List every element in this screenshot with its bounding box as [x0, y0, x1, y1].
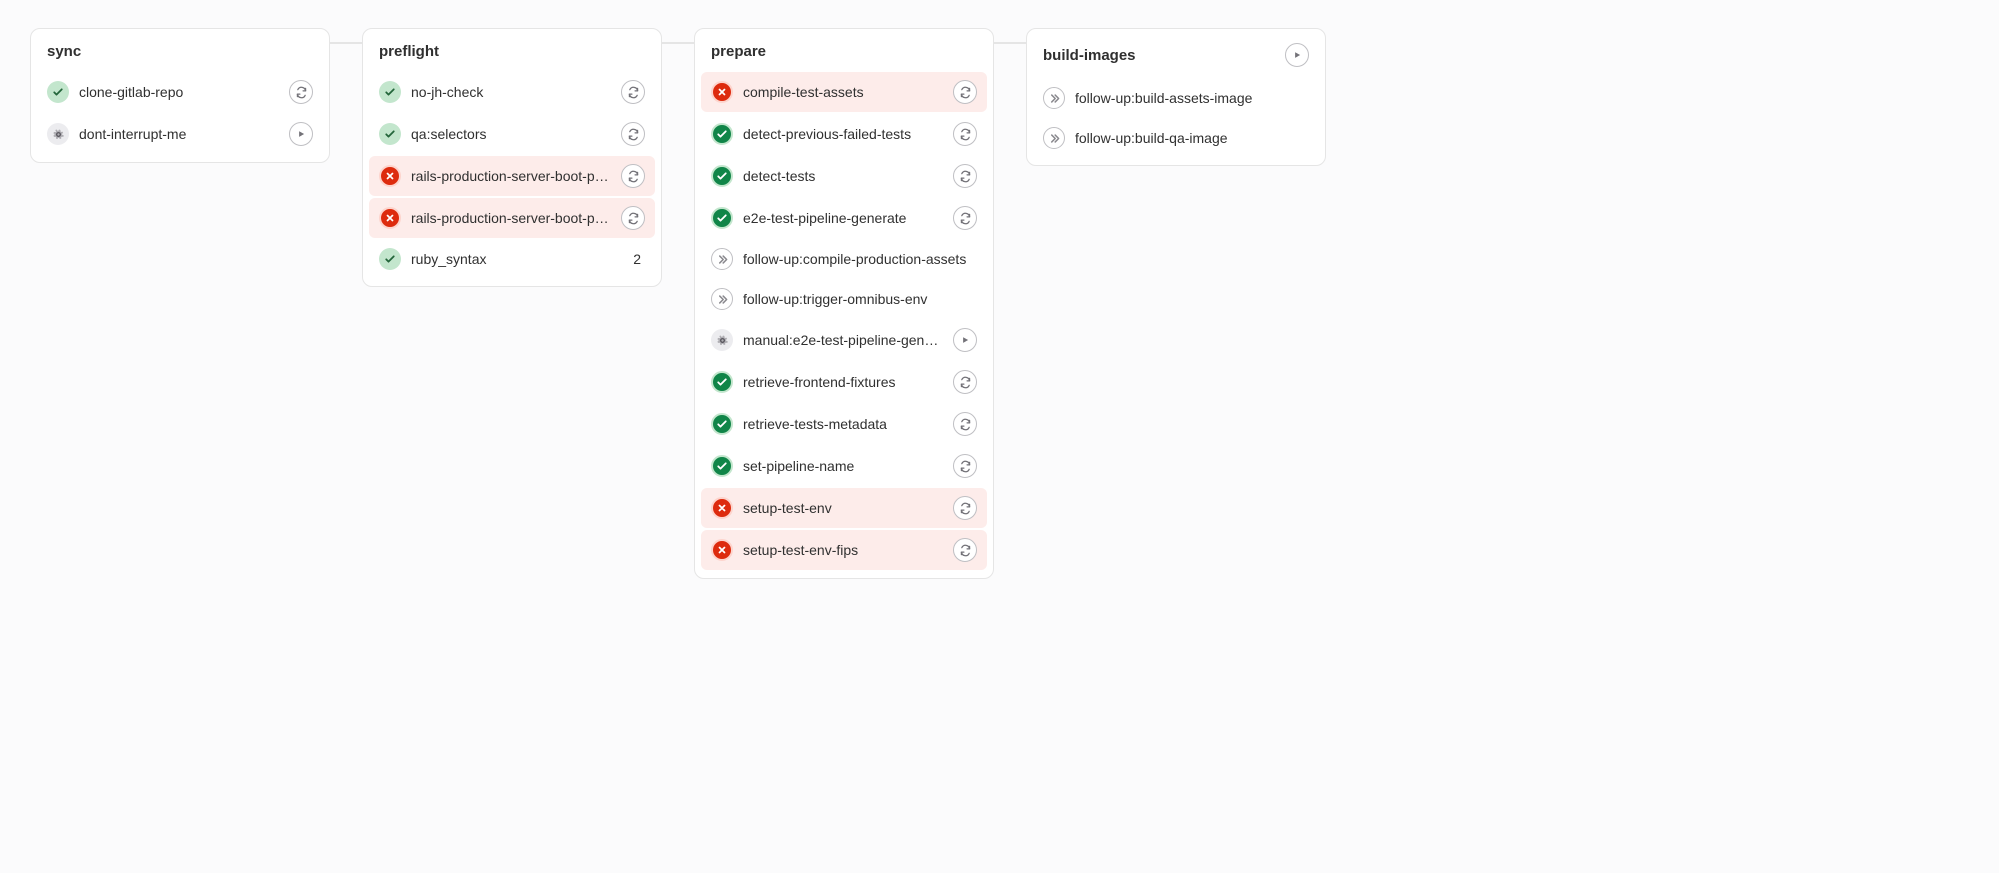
- stage-title: sync: [47, 43, 81, 60]
- status-skipped-icon: [1043, 87, 1065, 109]
- stage-title: build-images: [1043, 47, 1136, 64]
- retry-button[interactable]: [621, 164, 645, 188]
- pipeline-job[interactable]: rails-production-server-boot-puma-exam..…: [369, 198, 655, 238]
- job-count: 2: [633, 251, 645, 267]
- stage-header: prepare: [701, 39, 987, 70]
- status-success-icon: [379, 123, 401, 145]
- pipeline-job[interactable]: compile-test-assets: [701, 72, 987, 112]
- stage-header: preflight: [369, 39, 655, 70]
- retry-button[interactable]: [953, 206, 977, 230]
- pipeline-job[interactable]: retrieve-frontend-fixtures: [701, 362, 987, 402]
- job-name: follow-up:compile-production-assets: [743, 251, 977, 267]
- pipeline-job[interactable]: qa:selectors: [369, 114, 655, 154]
- status-success-icon: [711, 455, 733, 477]
- pipeline-job[interactable]: ruby_syntax 2: [369, 240, 655, 278]
- pipeline-job[interactable]: detect-previous-failed-tests: [701, 114, 987, 154]
- status-manual-icon: [711, 329, 733, 351]
- job-name: follow-up:build-assets-image: [1075, 90, 1309, 106]
- job-name: rails-production-server-boot-puma-cng: [411, 168, 611, 184]
- status-failed-icon: [379, 165, 401, 187]
- job-name: ruby_syntax: [411, 251, 623, 267]
- job-name: follow-up:trigger-omnibus-env: [743, 291, 977, 307]
- stage-prepare: prepare compile-test-assets detect-previou…: [694, 28, 994, 579]
- pipeline-job[interactable]: follow-up:build-assets-image: [1033, 79, 1319, 117]
- pipeline-job[interactable]: no-jh-check: [369, 72, 655, 112]
- job-name: rails-production-server-boot-puma-exam..…: [411, 210, 611, 226]
- pipeline-job[interactable]: follow-up:compile-production-assets: [701, 240, 987, 278]
- stage-sync: sync clone-gitlab-repo dont-interrupt-me: [30, 28, 330, 163]
- stage-title: preflight: [379, 43, 439, 60]
- status-failed-icon: [711, 539, 733, 561]
- job-name: retrieve-frontend-fixtures: [743, 374, 943, 390]
- stage-connector: [330, 42, 362, 44]
- status-success-icon: [379, 248, 401, 270]
- stage-header: build-images: [1033, 39, 1319, 77]
- status-success-icon: [711, 413, 733, 435]
- retry-button[interactable]: [621, 122, 645, 146]
- status-manual-icon: [47, 123, 69, 145]
- retry-button[interactable]: [953, 454, 977, 478]
- job-name: manual:e2e-test-pipeline-generate: [743, 332, 943, 348]
- job-name: e2e-test-pipeline-generate: [743, 210, 943, 226]
- retry-button[interactable]: [953, 370, 977, 394]
- status-success-icon: [47, 81, 69, 103]
- job-name: follow-up:build-qa-image: [1075, 130, 1309, 146]
- pipeline-job[interactable]: dont-interrupt-me: [37, 114, 323, 154]
- retry-button[interactable]: [953, 164, 977, 188]
- retry-button[interactable]: [621, 80, 645, 104]
- job-name: set-pipeline-name: [743, 458, 943, 474]
- pipeline-job[interactable]: detect-tests: [701, 156, 987, 196]
- stage-build-images: build-images follow-up:build-assets-image…: [1026, 28, 1326, 166]
- status-success-icon: [379, 81, 401, 103]
- retry-button[interactable]: [621, 206, 645, 230]
- play-button[interactable]: [289, 122, 313, 146]
- pipeline-job[interactable]: clone-gitlab-repo: [37, 72, 323, 112]
- status-failed-icon: [711, 81, 733, 103]
- status-success-icon: [711, 123, 733, 145]
- status-failed-icon: [379, 207, 401, 229]
- job-name: dont-interrupt-me: [79, 126, 279, 142]
- job-name: retrieve-tests-metadata: [743, 416, 943, 432]
- retry-button[interactable]: [953, 80, 977, 104]
- stage-preflight: preflight no-jh-check qa:selectors rails-pr…: [362, 28, 662, 287]
- job-name: detect-tests: [743, 168, 943, 184]
- pipeline-job[interactable]: manual:e2e-test-pipeline-generate: [701, 320, 987, 360]
- pipeline-job[interactable]: setup-test-env: [701, 488, 987, 528]
- play-button[interactable]: [953, 328, 977, 352]
- retry-button[interactable]: [289, 80, 313, 104]
- job-name: detect-previous-failed-tests: [743, 126, 943, 142]
- pipeline-job[interactable]: setup-test-env-fips: [701, 530, 987, 570]
- job-name: compile-test-assets: [743, 84, 943, 100]
- stage-header: sync: [37, 39, 323, 70]
- stage-title: prepare: [711, 43, 766, 60]
- job-name: qa:selectors: [411, 126, 611, 142]
- stage-play-all-button[interactable]: [1285, 43, 1309, 67]
- pipeline-job[interactable]: follow-up:trigger-omnibus-env: [701, 280, 987, 318]
- pipeline-job[interactable]: follow-up:build-qa-image: [1033, 119, 1319, 157]
- retry-button[interactable]: [953, 496, 977, 520]
- job-name: setup-test-env-fips: [743, 542, 943, 558]
- job-name: no-jh-check: [411, 84, 611, 100]
- pipeline-job[interactable]: retrieve-tests-metadata: [701, 404, 987, 444]
- retry-button[interactable]: [953, 538, 977, 562]
- pipeline-job[interactable]: rails-production-server-boot-puma-cng: [369, 156, 655, 196]
- status-success-icon: [711, 165, 733, 187]
- stage-connector: [662, 42, 694, 44]
- status-skipped-icon: [1043, 127, 1065, 149]
- job-name: clone-gitlab-repo: [79, 84, 279, 100]
- status-success-icon: [711, 371, 733, 393]
- status-success-icon: [711, 207, 733, 229]
- pipeline-job[interactable]: e2e-test-pipeline-generate: [701, 198, 987, 238]
- job-name: setup-test-env: [743, 500, 943, 516]
- status-skipped-icon: [711, 288, 733, 310]
- stage-connector: [994, 42, 1026, 44]
- pipeline-job[interactable]: set-pipeline-name: [701, 446, 987, 486]
- retry-button[interactable]: [953, 122, 977, 146]
- retry-button[interactable]: [953, 412, 977, 436]
- status-skipped-icon: [711, 248, 733, 270]
- status-failed-icon: [711, 497, 733, 519]
